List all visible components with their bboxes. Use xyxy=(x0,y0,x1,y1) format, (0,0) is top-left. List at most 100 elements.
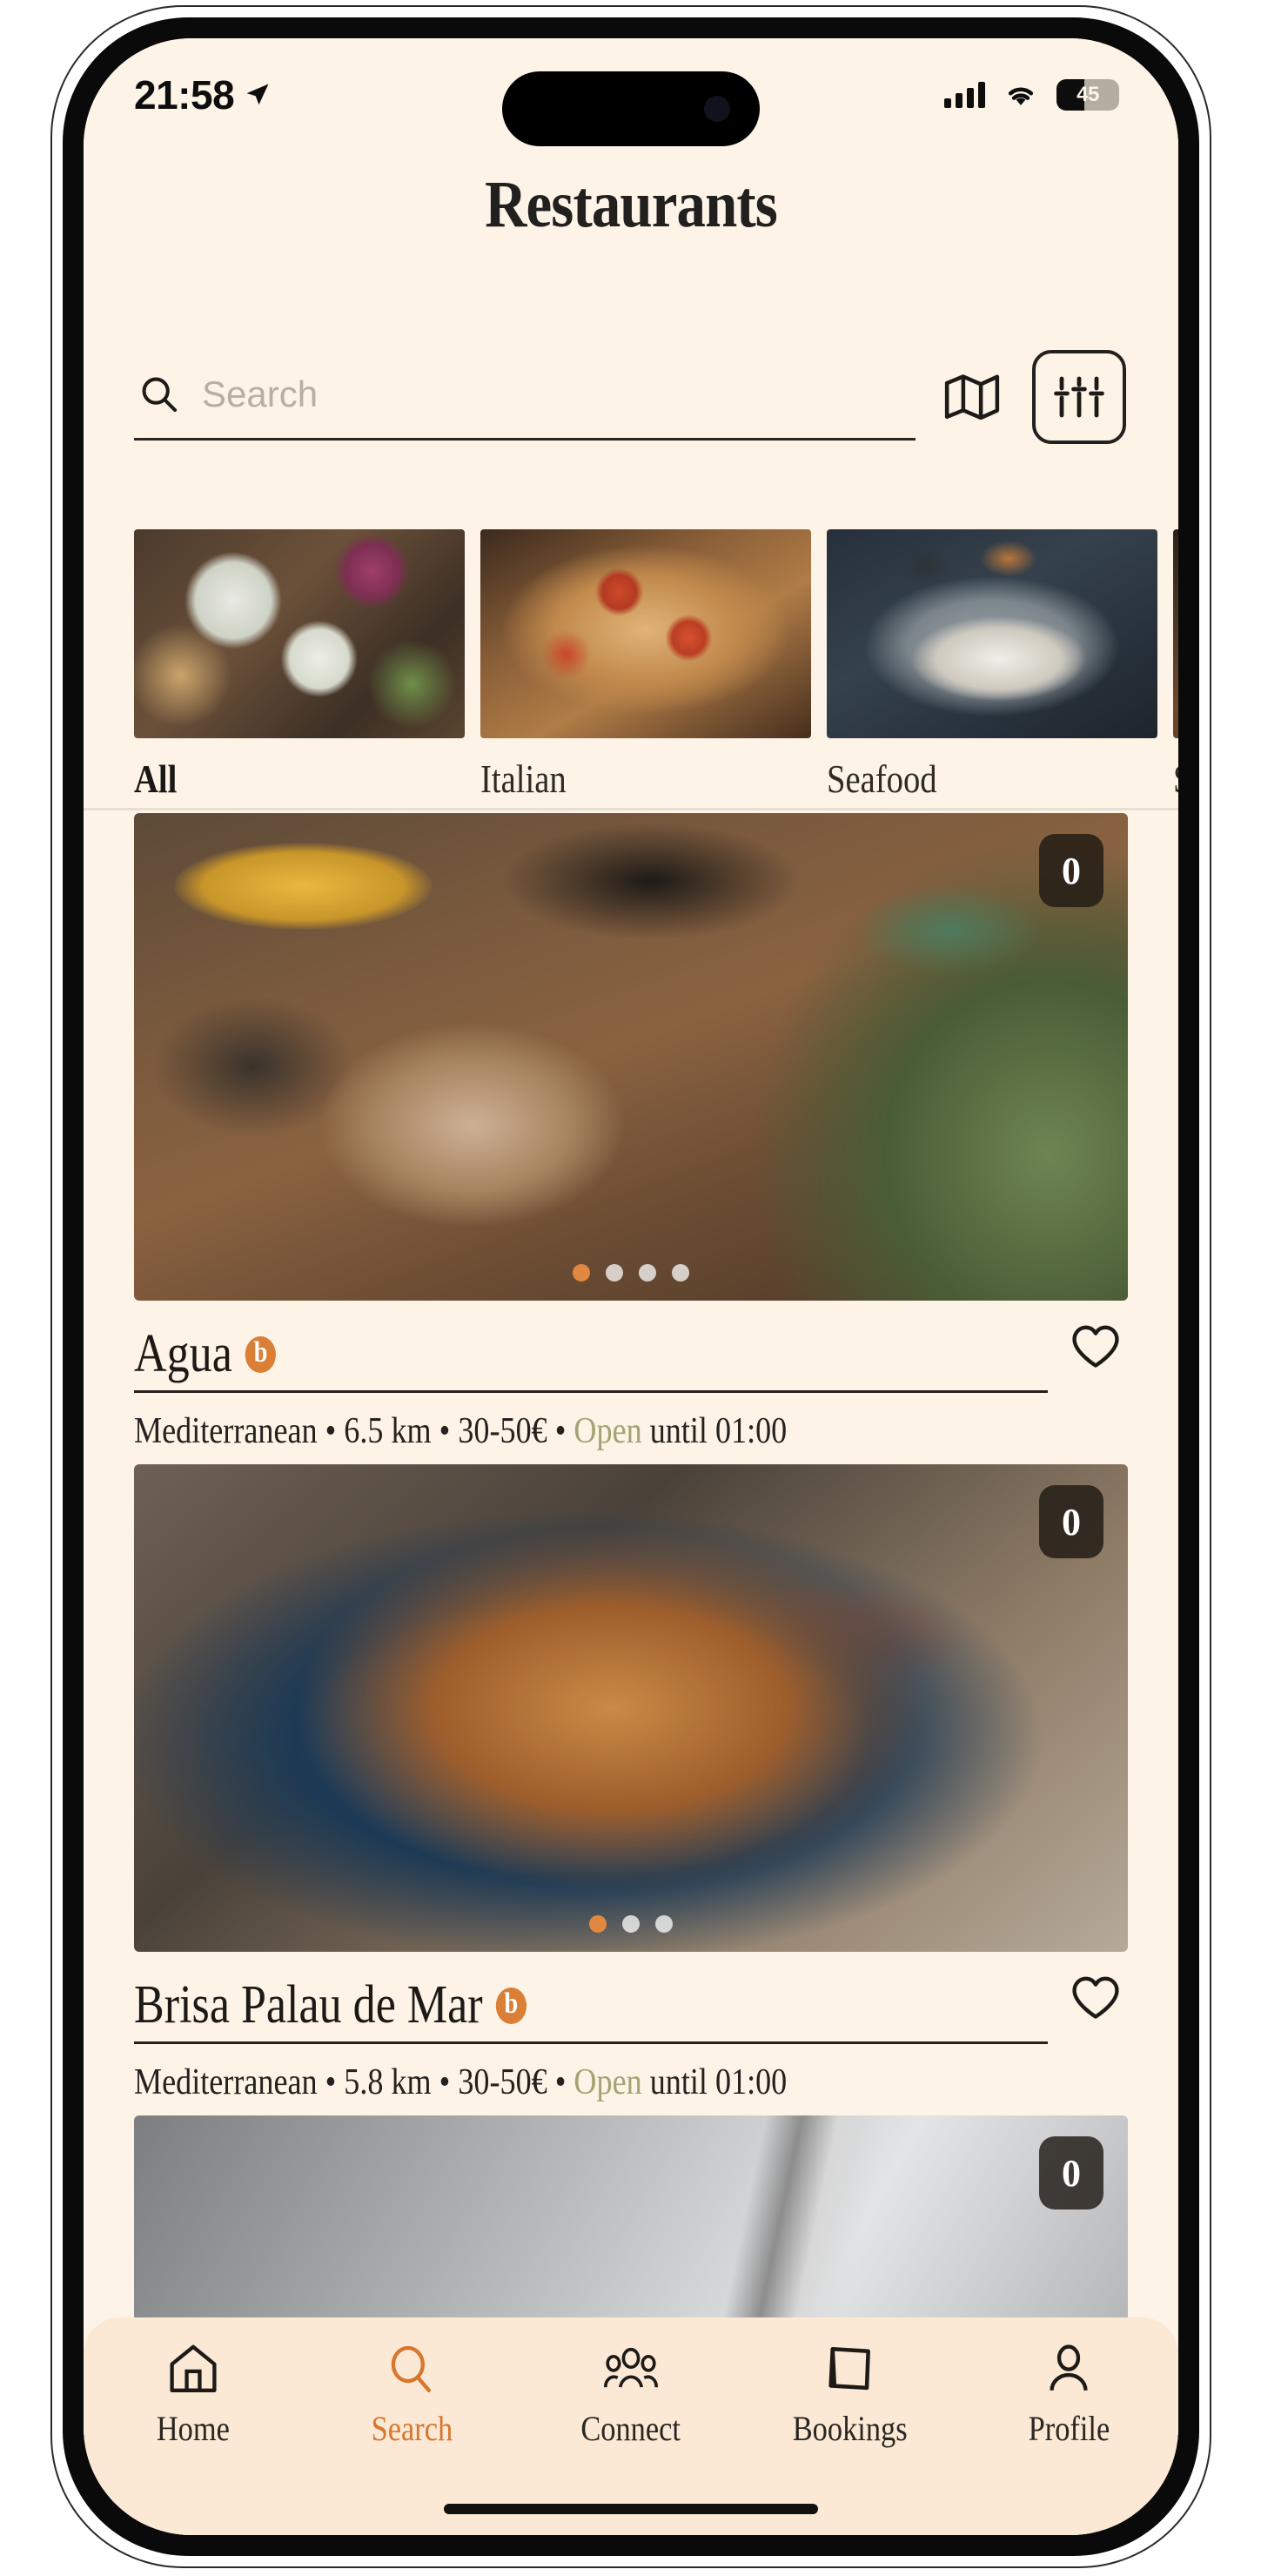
separator: • xyxy=(325,1411,337,1451)
photo-count-badge: 0 xyxy=(1039,834,1103,907)
category-tab-italian[interactable]: Italian xyxy=(480,529,811,808)
category-tab-seafood[interactable]: Seafood xyxy=(827,529,1157,808)
category-label: Italian xyxy=(480,756,758,802)
front-camera-icon xyxy=(704,96,730,122)
carousel-dot[interactable] xyxy=(672,1264,689,1281)
search-icon xyxy=(385,2344,439,2394)
photo-count-badge: 0 xyxy=(1039,2136,1103,2209)
restaurant-photo[interactable]: 0 xyxy=(134,1464,1128,1952)
filter-button[interactable] xyxy=(1032,350,1126,444)
home-icon xyxy=(166,2344,220,2394)
restaurant-list[interactable]: 0 Agua b xyxy=(84,813,1178,2535)
search-input[interactable] xyxy=(202,373,916,415)
search-field-wrapper[interactable] xyxy=(134,353,916,441)
nav-item-profile[interactable]: Profile xyxy=(959,2344,1178,2449)
open-status: Open xyxy=(573,2062,641,2102)
carousel-dot[interactable] xyxy=(655,1915,673,1933)
category-label: All xyxy=(134,756,412,802)
restaurant-header: Agua b xyxy=(134,1301,1128,1385)
restaurant-meta: Mediterranean • 6.5 km • 30-50€ • Open u… xyxy=(134,1410,989,1452)
cuisine-label: Mediterranean xyxy=(134,1411,318,1451)
separator: • xyxy=(439,2062,451,2102)
separator: • xyxy=(555,2062,567,2102)
open-status: Open xyxy=(573,1411,641,1451)
nav-item-connect[interactable]: Connect xyxy=(521,2344,741,2449)
location-arrow-icon xyxy=(245,82,271,108)
separator: • xyxy=(439,1411,451,1451)
category-tab-spanish[interactable]: Spanish xyxy=(1173,529,1178,808)
distance-label: 6.5 km xyxy=(344,1411,431,1451)
search-icon xyxy=(139,374,179,414)
nav-label: Bookings xyxy=(793,2408,908,2449)
restaurant-name: Brisa Palau de Mar xyxy=(134,1974,483,2036)
closing-time: until 01:00 xyxy=(650,1411,788,1451)
nav-item-bookings[interactable]: Bookings xyxy=(741,2344,960,2449)
status-bar-right: 45 xyxy=(944,79,1128,111)
restaurant-card[interactable]: 0 Brisa Palau de Mar b xyxy=(84,1464,1178,2103)
category-thumbnail xyxy=(134,529,465,738)
search-row xyxy=(134,345,1126,449)
nav-label: Home xyxy=(157,2408,230,2449)
bookings-card-icon xyxy=(823,2344,877,2394)
photo-count-badge: 0 xyxy=(1039,1485,1103,1558)
restaurant-name-row: Brisa Palau de Mar b xyxy=(134,1974,527,2036)
restaurant-name: Agua xyxy=(134,1323,232,1385)
map-icon xyxy=(943,373,1001,421)
distance-label: 5.8 km xyxy=(344,2062,431,2102)
carousel-dot[interactable] xyxy=(622,1915,640,1933)
carousel-dot[interactable] xyxy=(573,1264,590,1281)
app-surface: 21:58 45 xyxy=(84,38,1178,2535)
nav-label: Connect xyxy=(581,2408,681,2449)
verified-badge-icon: b xyxy=(496,1987,527,2024)
carousel-dot[interactable] xyxy=(589,1915,607,1933)
nav-label: Profile xyxy=(1028,2408,1110,2449)
battery-percent: 45 xyxy=(1056,83,1119,107)
filter-sliders-icon xyxy=(1054,374,1104,420)
nav-label: Search xyxy=(372,2408,453,2449)
map-view-button[interactable] xyxy=(916,353,1029,441)
category-tab-all[interactable]: All xyxy=(134,529,465,808)
home-indicator xyxy=(444,2504,818,2514)
bottom-navigation: Home Search xyxy=(84,2317,1178,2535)
category-label: Spanish xyxy=(1173,756,1178,802)
category-thumbnail xyxy=(1173,529,1178,738)
carousel-dots[interactable] xyxy=(573,1264,689,1281)
restaurant-card[interactable]: 0 Agua b xyxy=(84,813,1178,1452)
person-icon xyxy=(1042,2344,1096,2394)
separator: • xyxy=(325,2062,337,2102)
people-group-icon xyxy=(604,2344,658,2394)
verified-badge-icon: b xyxy=(245,1336,276,1373)
restaurant-header: Brisa Palau de Mar b xyxy=(134,1952,1128,2036)
status-bar-left: 21:58 xyxy=(134,71,271,118)
divider xyxy=(134,1390,1048,1393)
price-label: 30-50€ xyxy=(458,1411,547,1451)
phone-screen: 21:58 45 xyxy=(84,38,1178,2535)
category-track: All Italian Seafood xyxy=(84,529,1178,808)
favorite-heart-icon[interactable] xyxy=(1070,1323,1121,1370)
category-thumbnail xyxy=(827,529,1157,738)
page-title: Restaurants xyxy=(149,167,1112,243)
carousel-dot[interactable] xyxy=(606,1264,623,1281)
category-strip[interactable]: All Italian Seafood xyxy=(84,529,1178,808)
strip-divider xyxy=(84,808,1178,810)
category-label: Seafood xyxy=(827,756,1104,802)
wifi-icon xyxy=(1004,83,1037,107)
nav-item-search[interactable]: Search xyxy=(303,2344,522,2449)
price-label: 30-50€ xyxy=(458,2062,547,2102)
divider xyxy=(134,2041,1048,2044)
restaurant-photo[interactable]: 0 xyxy=(134,813,1128,1301)
category-thumbnail xyxy=(480,529,811,738)
screenshot-root: 21:58 45 xyxy=(0,0,1261,2576)
dynamic-island xyxy=(502,71,760,146)
status-time: 21:58 xyxy=(134,71,234,118)
cellular-signal-icon xyxy=(944,82,985,108)
restaurant-name-row: Agua b xyxy=(134,1323,276,1385)
closing-time: until 01:00 xyxy=(650,2062,788,2102)
carousel-dots[interactable] xyxy=(589,1915,673,1933)
restaurant-meta: Mediterranean • 5.8 km • 30-50€ • Open u… xyxy=(134,2061,989,2103)
battery-indicator: 45 xyxy=(1056,79,1119,111)
cuisine-label: Mediterranean xyxy=(134,2062,318,2102)
favorite-heart-icon[interactable] xyxy=(1070,1974,1121,2021)
carousel-dot[interactable] xyxy=(639,1264,656,1281)
nav-item-home[interactable]: Home xyxy=(84,2344,303,2449)
